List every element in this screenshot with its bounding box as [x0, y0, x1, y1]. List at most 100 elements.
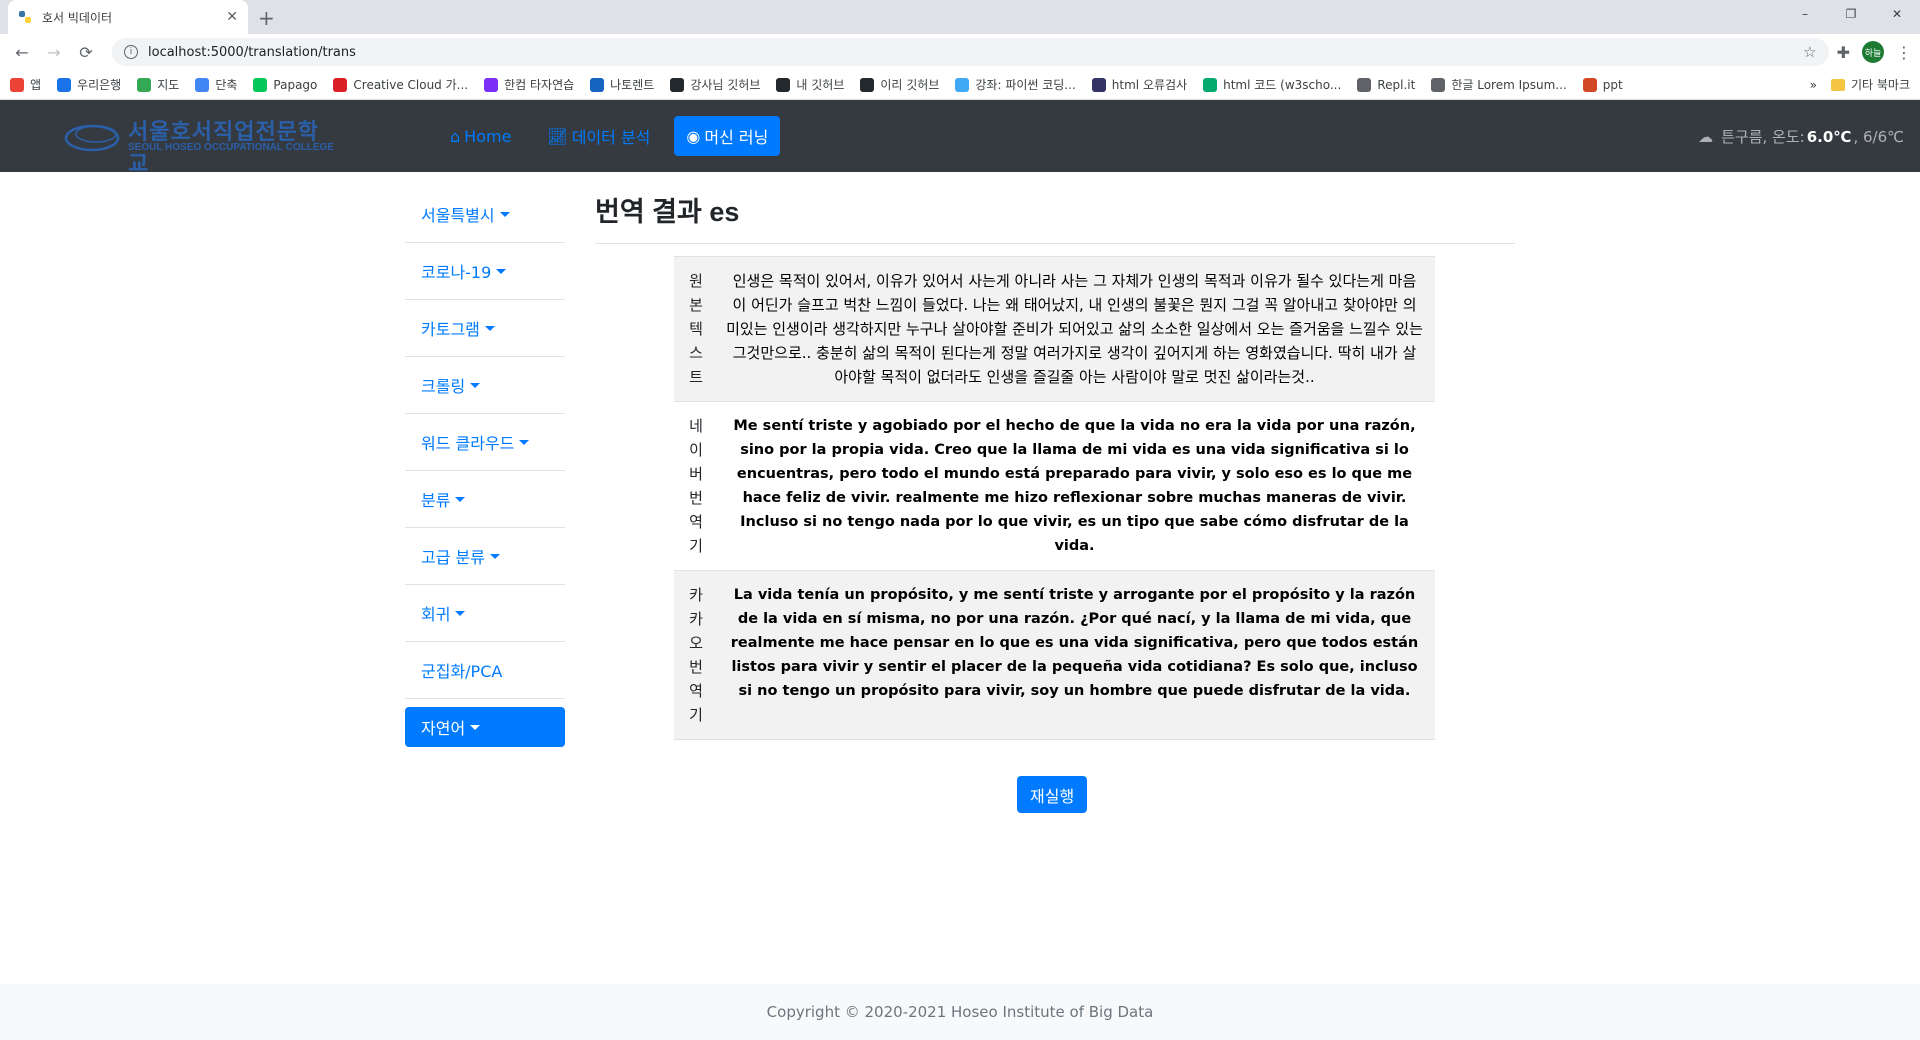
new-tab-icon[interactable]: +: [258, 6, 275, 30]
menu-kebab-icon[interactable]: ⋮: [1896, 43, 1912, 62]
address-url[interactable]: localhost:5000/translation/trans: [148, 45, 1803, 60]
cloud-icon: ☁: [1698, 127, 1714, 146]
bookmark-item[interactable]: 이리 깃허브: [860, 76, 939, 93]
weather-range: , 6/6℃: [1853, 127, 1904, 146]
sidebar-item[interactable]: 크롤링: [405, 357, 565, 414]
tab-title: 호서 빅데이터: [42, 10, 113, 25]
sidebar-item[interactable]: 회귀: [405, 585, 565, 642]
sidebar-item[interactable]: 군집화/PCA: [405, 642, 565, 699]
bookmark-item[interactable]: 강좌: 파이썬 코딩...: [955, 76, 1076, 93]
bookmarks-overflow-icon[interactable]: »: [1810, 78, 1817, 92]
tab-close-icon[interactable]: ✕: [226, 9, 238, 25]
bookmark-label: html 코드 (w3scho...: [1223, 78, 1342, 92]
bookmark-item[interactable]: ppt: [1582, 77, 1623, 92]
caret-down-icon: [470, 724, 481, 730]
reload-icon[interactable]: ⟳: [72, 38, 100, 66]
profile-avatar[interactable]: 하늘: [1862, 41, 1884, 63]
bookmark-item[interactable]: 단축: [195, 76, 237, 93]
kakao-translation-text: La vida tenía un propósito, y me sentí t…: [714, 570, 1435, 740]
folder-icon: [1830, 78, 1845, 91]
bookmark-item[interactable]: 지도: [137, 76, 179, 93]
sidebar-item-label: 코로나-19: [421, 263, 492, 282]
caret-down-icon: [499, 211, 510, 217]
bookmark-item[interactable]: 앱: [10, 76, 41, 93]
bookmark-label: Papago: [273, 77, 318, 92]
bookmark-label: Creative Cloud 가...: [353, 78, 469, 92]
bookmark-label: 한컴 타자연습: [504, 78, 575, 92]
nav-data-analysis[interactable]: 📈︎ 데이터 분석: [535, 116, 662, 156]
browser-tab[interactable]: 호서 빅데이터 ✕: [8, 0, 248, 34]
bookmark-favicon-icon: [860, 77, 875, 92]
bookmark-item[interactable]: Repl.it: [1357, 77, 1415, 92]
page-title: 번역 결과 es: [595, 186, 1515, 244]
table-row-kakao: 카카오번역기 La vida tenía un propósito, y me …: [674, 570, 1435, 740]
rerun-button[interactable]: 재실행: [1017, 776, 1088, 813]
sidebar-item[interactable]: 고급 분류: [405, 528, 565, 585]
sidebar-item-label: 자연어: [421, 719, 466, 738]
bookmark-favicon-icon: [333, 77, 348, 92]
bookmark-label: 강사님 깃허브: [690, 78, 761, 92]
bookmark-label: 우리은행: [77, 78, 122, 92]
naver-translation-text: Me sentí triste y agobiado por el hecho …: [714, 401, 1435, 571]
sidebar-item[interactable]: 자연어: [405, 707, 565, 747]
restore-icon[interactable]: ❐: [1828, 0, 1874, 28]
sidebar-item[interactable]: 코로나-19: [405, 243, 565, 300]
nav-home[interactable]: ⌂ Home: [438, 116, 523, 156]
bookmark-favicon-icon: [1091, 77, 1106, 92]
logo-swoosh-icon: [64, 124, 120, 152]
minimize-icon[interactable]: –: [1782, 0, 1828, 28]
other-bookmarks[interactable]: 기타 북마크: [1851, 76, 1910, 93]
bookmark-favicon-icon: [776, 77, 791, 92]
logo-subtitle: SEOUL HOSEO OCCUPATIONAL COLLEGE: [128, 142, 334, 153]
nav-links: ⌂ Home 📈︎ 데이터 분석 ◉ 머신 러닝: [438, 116, 792, 156]
caret-down-icon: [496, 268, 507, 274]
bookmark-label: 앱: [30, 78, 42, 92]
bookmark-favicon-icon: [590, 77, 605, 92]
python-favicon-icon: [18, 10, 32, 24]
bookmark-item[interactable]: 한컴 타자연습: [484, 76, 574, 93]
sidebar-item[interactable]: 워드 클라우드: [405, 414, 565, 471]
sidebar-item-label: 분류: [421, 491, 451, 510]
sidebar-item[interactable]: 서울특별시: [405, 186, 565, 243]
weather-condition: 튼구름, 온도:: [1721, 128, 1805, 146]
home-icon: ⌂: [450, 126, 461, 146]
bookmark-favicon-icon: [195, 77, 210, 92]
bookmark-label: ppt: [1602, 77, 1623, 92]
caret-down-icon: [489, 553, 500, 559]
bookmark-item[interactable]: html 코드 (w3scho...: [1203, 76, 1341, 93]
close-window-icon[interactable]: ✕: [1874, 0, 1920, 28]
nav-machine-learning[interactable]: ◉ 머신 러닝: [674, 116, 781, 156]
back-icon[interactable]: ←: [8, 38, 36, 66]
caret-down-icon: [484, 325, 495, 331]
college-logo[interactable]: 서울호서직업전문학교 SEOUL HOSEO OCCUPATIONAL COLL…: [64, 114, 336, 176]
bookmark-item[interactable]: Creative Cloud 가...: [333, 76, 468, 93]
forward-icon[interactable]: →: [40, 38, 68, 66]
extensions-icon[interactable]: ✚: [1837, 43, 1850, 62]
bookmark-label: html 오류검사: [1111, 78, 1188, 92]
bookmark-item[interactable]: 강사님 깃허브: [670, 76, 760, 93]
bookmark-favicon-icon: [1582, 77, 1597, 92]
bookmark-favicon-icon: [484, 77, 499, 92]
bookmark-item[interactable]: 나토렌트: [590, 76, 654, 93]
bookmark-label: 한글 Lorem Ipsum...: [1451, 78, 1567, 92]
sidebar-item[interactable]: 카토그램: [405, 300, 565, 357]
bookmark-item[interactable]: html 오류검사: [1091, 76, 1188, 93]
bookmarks-bar: 앱 우리은행 지도 단축 Papago Creative Cloud 가... 한컴 타자연…: [0, 70, 1920, 100]
row-label-original: 원본텍스트: [674, 256, 714, 402]
original-text: 인생은 목적이 있어서, 이유가 있어서 사는게 아니라 사는 그 자체가 인생…: [714, 256, 1435, 402]
row-label-kakao: 카카오번역기: [674, 570, 714, 740]
address-bar[interactable]: i localhost:5000/translation/trans ☆: [112, 38, 1829, 66]
weather-widget: ☁ 튼구름, 온도: 6.0℃ , 6/6℃: [1698, 126, 1904, 147]
sidebar-item-label: 회귀: [421, 605, 451, 624]
bookmark-item[interactable]: Papago: [253, 77, 318, 92]
caret-down-icon: [455, 610, 466, 616]
bookmark-label: 이리 깃허브: [880, 78, 940, 92]
bookmark-item[interactable]: 내 깃허브: [776, 76, 844, 93]
bookmark-item[interactable]: 한글 Lorem Ipsum...: [1431, 76, 1567, 93]
site-info-icon[interactable]: i: [124, 45, 138, 59]
bookmark-star-icon[interactable]: ☆: [1803, 43, 1816, 61]
nav-home-label: Home: [464, 126, 512, 146]
bookmark-item[interactable]: 우리은행: [57, 76, 121, 93]
table-row-original: 원본텍스트 인생은 목적이 있어서, 이유가 있어서 사는게 아니라 사는 그 …: [674, 256, 1435, 402]
sidebar-item[interactable]: 분류: [405, 471, 565, 528]
